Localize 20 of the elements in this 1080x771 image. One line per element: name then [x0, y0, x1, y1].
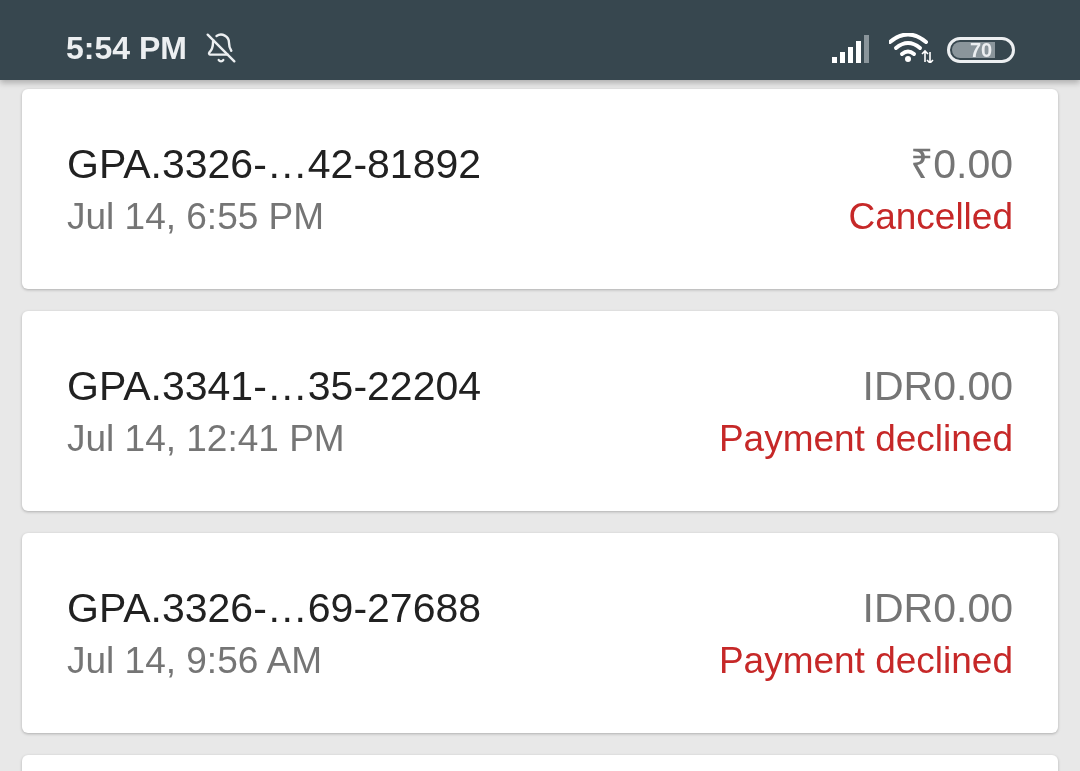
transaction-card[interactable]: GPA.3326-…69-27688 Jul 14, 9:56 AM IDR0.00 Payment declined: [22, 533, 1058, 733]
order-date: Jul 14, 12:41 PM: [67, 417, 346, 461]
order-id: GPA.3326-…42-81892: [67, 140, 482, 189]
clock-time: 5:54 PM: [66, 32, 187, 64]
order-status: Cancelled: [848, 195, 1013, 239]
transaction-card[interactable]: GPA.3341-…35-22204 Jul 14, 12:41 PM IDR0.00 Payment declined: [22, 311, 1058, 511]
order-date: Jul 14, 6:55 PM: [67, 195, 326, 239]
order-status: Payment declined: [718, 417, 1013, 461]
order-id: GPA.3341-…35-22204: [67, 362, 482, 411]
order-amount: IDR0.00: [862, 584, 1013, 633]
wifi-icon: [889, 33, 934, 63]
order-amount: ₹0.00: [910, 140, 1013, 189]
order-date: Jul 14, 9:56 AM: [67, 639, 324, 683]
order-amount: IDR0.00: [862, 362, 1013, 411]
notifications-off-icon: [204, 32, 237, 64]
transaction-card[interactable]: GPA.3326-…42-81892 Jul 14, 6:55 PM ₹0.00 Cancelled: [22, 89, 1058, 289]
order-id: GPA.3326-…69-27688: [67, 584, 482, 633]
order-status: Payment declined: [718, 639, 1013, 683]
signal-strength-icon: [832, 35, 872, 63]
battery-indicator: 70: [947, 37, 1015, 63]
